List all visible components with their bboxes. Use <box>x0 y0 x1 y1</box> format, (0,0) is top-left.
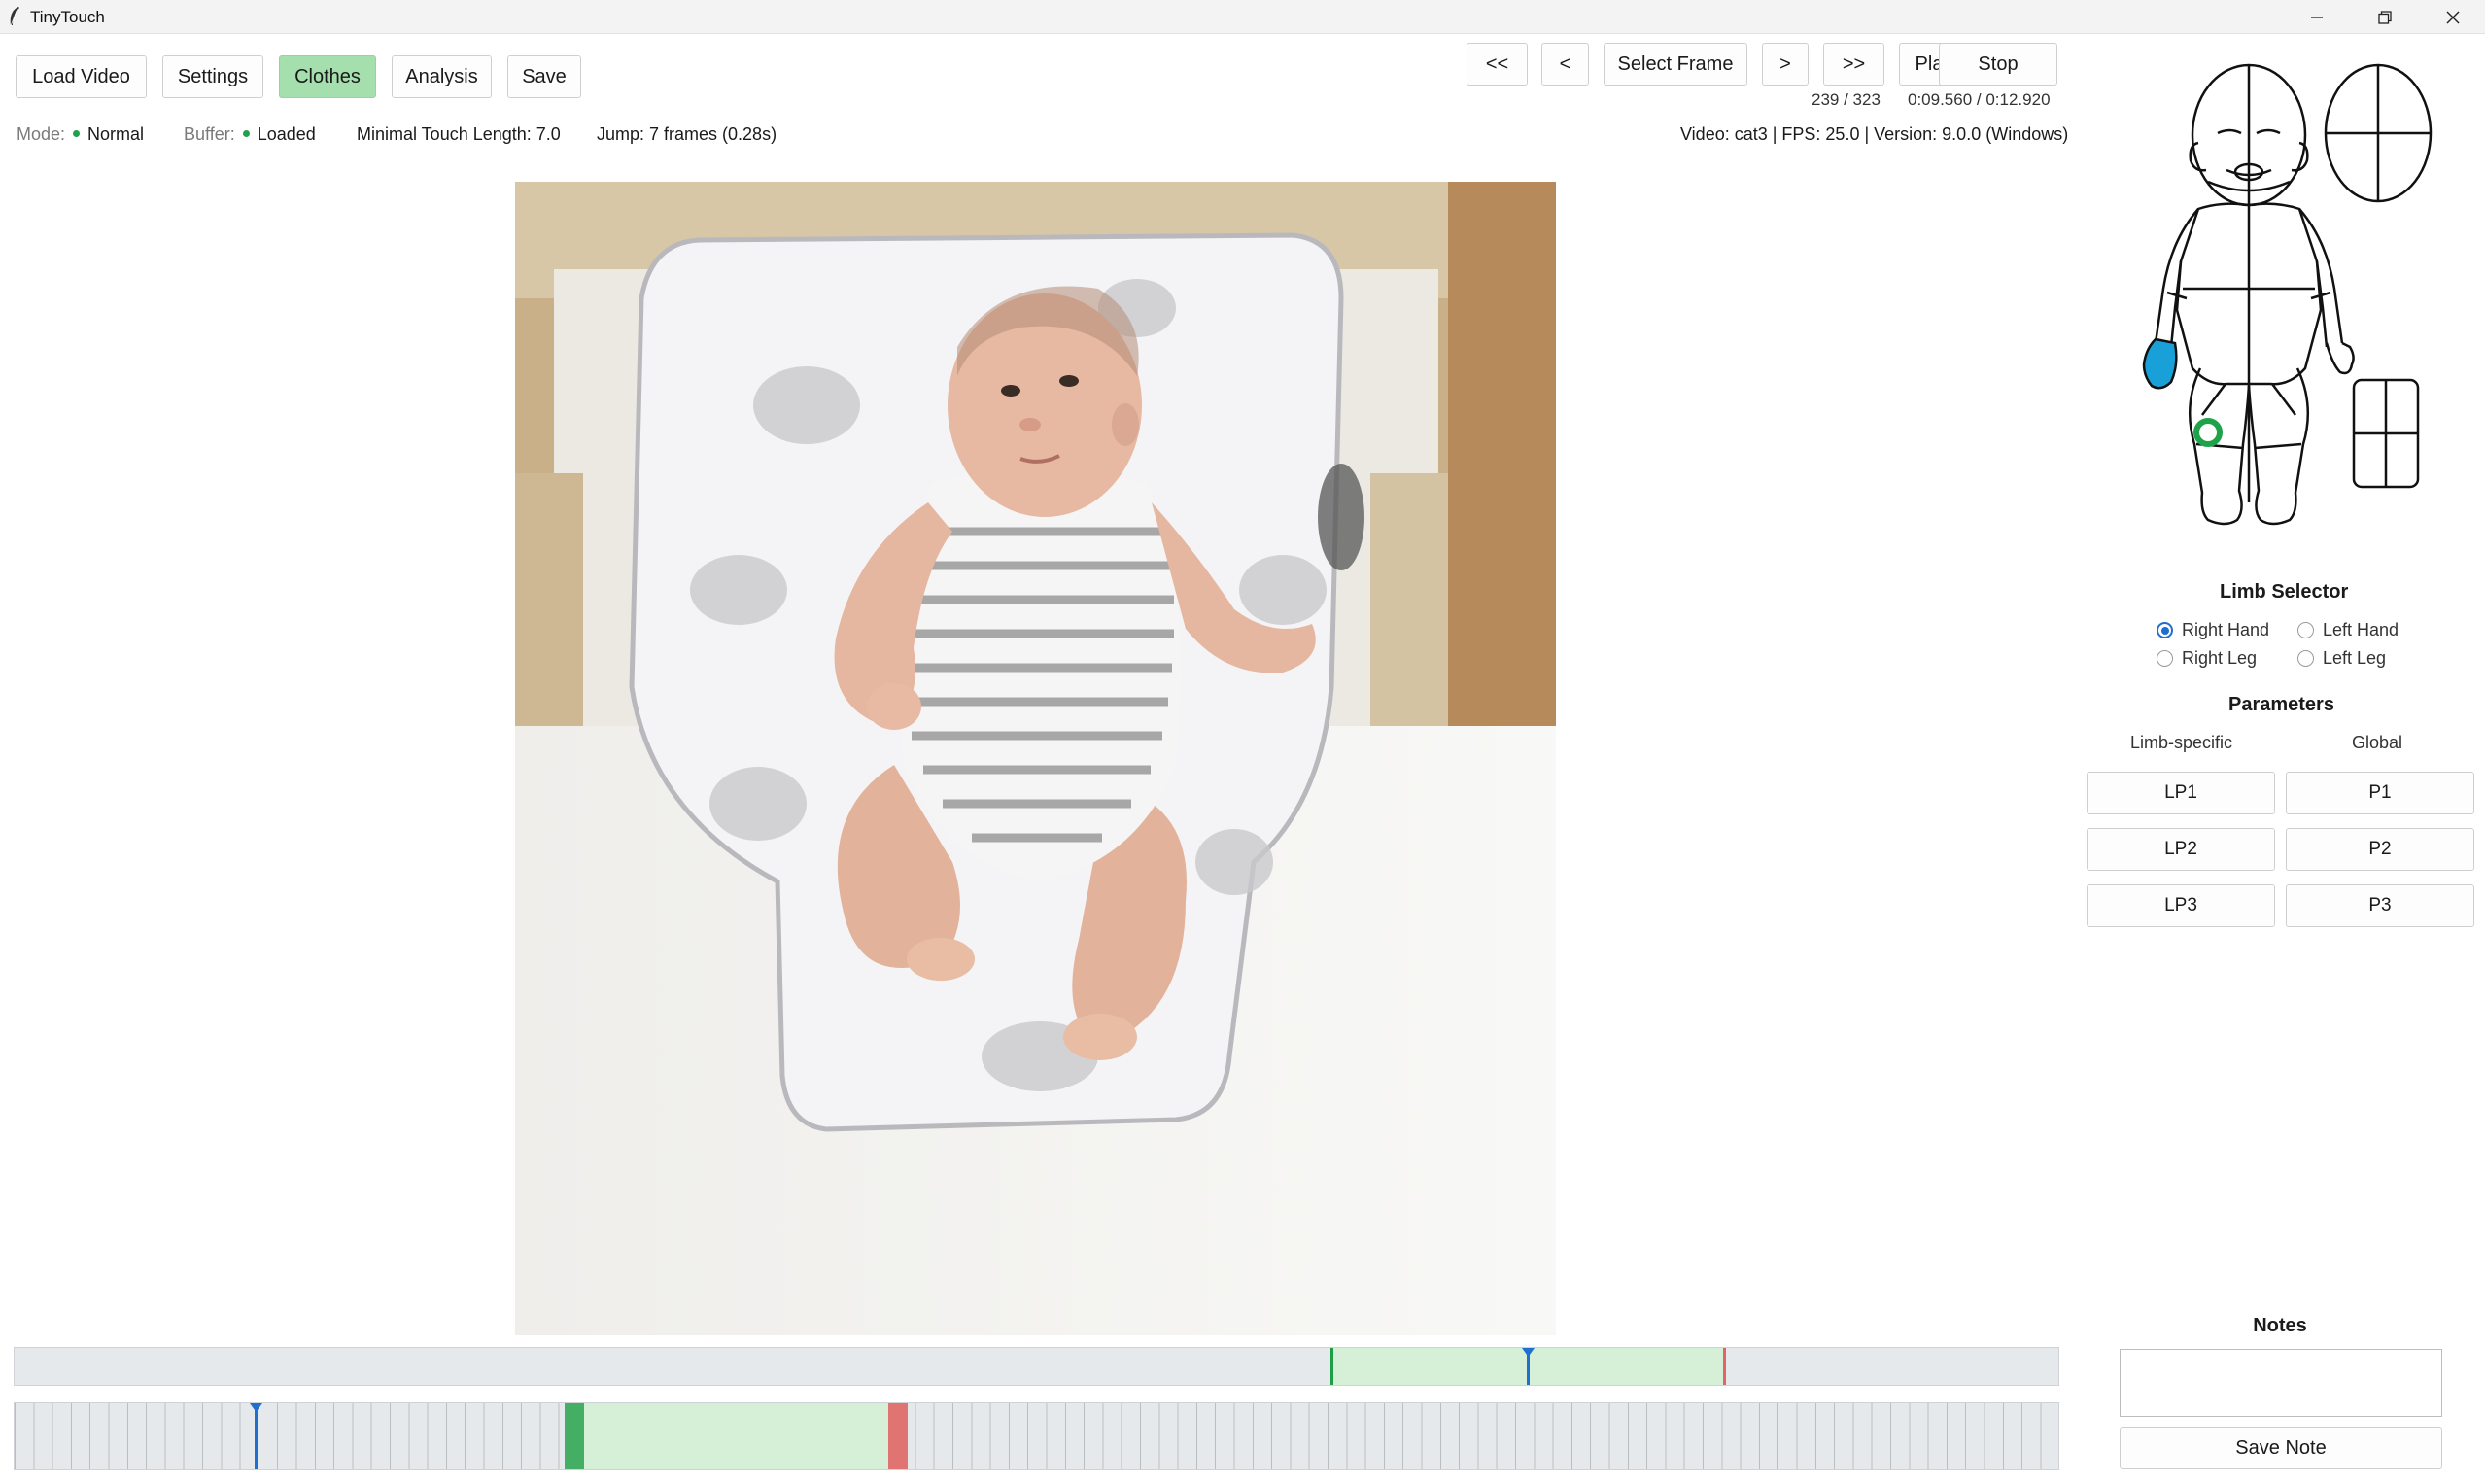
segment-end-marker[interactable] <box>887 1403 908 1469</box>
radio-label: Left Hand <box>2323 620 2399 639</box>
next-frame-button[interactable]: > <box>1762 43 1809 86</box>
close-button[interactable] <box>2418 0 2485 34</box>
detail-timeline[interactable] <box>14 1402 2059 1470</box>
cursor-triangle-icon <box>250 1403 263 1412</box>
minimize-icon <box>2311 16 2323 18</box>
feather-icon <box>10 7 19 27</box>
close-icon <box>2446 11 2460 23</box>
radio-right-hand[interactable]: Right Hand <box>2157 620 2269 640</box>
buffer-status: Buffer: Loaded <box>184 124 316 145</box>
load-video-button[interactable]: Load Video <box>16 55 147 98</box>
first-frame-button[interactable]: << <box>1467 43 1528 86</box>
detail-cursor[interactable] <box>250 1403 263 1469</box>
select-frame-button[interactable]: Select Frame <box>1604 43 1747 86</box>
radio-label: Left Leg <box>2323 648 2387 668</box>
p1-button[interactable]: P1 <box>2286 772 2474 814</box>
buffer-label: Buffer: <box>184 124 235 144</box>
mode-dot-icon <box>73 130 81 138</box>
notes-textarea[interactable] <box>2120 1349 2442 1417</box>
overview-end-marker[interactable] <box>1722 1348 1726 1385</box>
radio-left-leg[interactable]: Left Leg <box>2297 648 2386 669</box>
p2-button[interactable]: P2 <box>2286 828 2474 871</box>
notes-heading: Notes <box>2253 1315 2307 1336</box>
save-note-button[interactable]: Save Note <box>2120 1427 2442 1469</box>
stop-button[interactable]: Stop <box>1939 43 2057 86</box>
global-label: Global <box>2352 733 2403 752</box>
overview-start-marker[interactable] <box>1330 1348 1334 1385</box>
video-frame[interactable] <box>515 182 1556 1335</box>
mode-value: Normal <box>87 124 145 144</box>
lp3-button[interactable]: LP3 <box>2087 884 2275 927</box>
mode-status: Mode: Normal <box>17 124 144 145</box>
time-counter: 0:09.560 / 0:12.920 <box>1908 90 2051 109</box>
radio-circle-icon <box>2157 622 2173 638</box>
cursor-triangle-icon <box>1522 1348 1536 1357</box>
radio-right-leg[interactable]: Right Leg <box>2157 648 2257 669</box>
radio-left-hand[interactable]: Left Hand <box>2297 620 2399 640</box>
settings-button[interactable]: Settings <box>162 55 263 98</box>
radio-circle-icon <box>2297 622 2314 638</box>
lp1-button[interactable]: LP1 <box>2087 772 2275 814</box>
video-info: Video: cat3 | FPS: 25.0 | Version: 9.0.0… <box>1680 124 2069 144</box>
radio-label: Right Leg <box>2182 648 2258 668</box>
clothes-button[interactable]: Clothes <box>279 55 376 98</box>
parameters-heading: Parameters <box>2228 694 2334 715</box>
minimize-button[interactable] <box>2282 0 2352 34</box>
segment-fill <box>564 1403 908 1469</box>
radio-circle-icon <box>2157 650 2173 667</box>
restore-icon <box>2378 10 2392 24</box>
body-map[interactable] <box>2124 55 2445 541</box>
overview-timeline[interactable] <box>14 1347 2059 1386</box>
title-bar: TinyTouch <box>0 0 2485 34</box>
radio-circle-icon <box>2297 650 2314 667</box>
last-frame-button[interactable]: >> <box>1823 43 1884 86</box>
mode-label: Mode: <box>17 124 66 144</box>
limb-specific-label: Limb-specific <box>2130 733 2233 752</box>
analysis-button[interactable]: Analysis <box>392 55 492 98</box>
buffer-value: Loaded <box>257 124 316 144</box>
segment-start-marker[interactable] <box>564 1403 584 1469</box>
p3-button[interactable]: P3 <box>2286 884 2474 927</box>
window-title: TinyTouch <box>30 8 105 26</box>
radio-label: Right Hand <box>2182 620 2270 639</box>
prev-frame-button[interactable]: < <box>1541 43 1589 86</box>
lp2-button[interactable]: LP2 <box>2087 828 2275 871</box>
right-hand-region[interactable] <box>2142 337 2178 390</box>
restore-button[interactable] <box>2350 0 2420 34</box>
min-touch-length: Minimal Touch Length: 7.0 <box>357 124 561 144</box>
jump-info: Jump: 7 frames (0.28s) <box>597 124 777 144</box>
save-button[interactable]: Save <box>507 55 581 98</box>
touch-marker-icon[interactable] <box>2193 418 2223 447</box>
frame-counter: 239 / 323 <box>1812 90 1881 109</box>
buffer-dot-icon <box>242 130 250 138</box>
overview-cursor[interactable] <box>1522 1348 1536 1385</box>
limb-selector-heading: Limb Selector <box>2220 581 2349 603</box>
baby-video-image <box>515 182 1556 1335</box>
